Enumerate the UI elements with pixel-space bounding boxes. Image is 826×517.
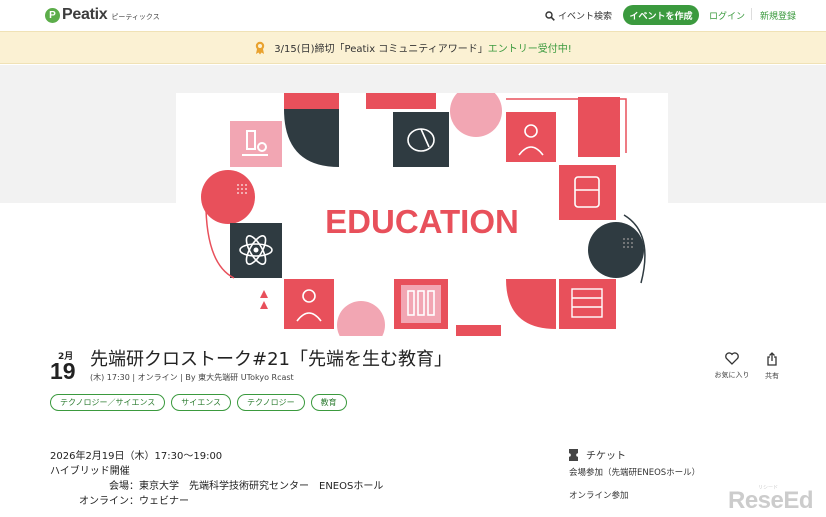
tag-science[interactable]: サイエンス: [171, 394, 232, 411]
nav-divider: [751, 8, 752, 20]
details-venue: 会場：東京大学 先端科学技術研究センター ENEOSホール: [109, 481, 384, 492]
tag-education[interactable]: 教育: [310, 394, 347, 411]
logo-wordmark: Peatix: [62, 6, 108, 23]
event-title: 先端研クロストーク#21「先端を生む教育」: [90, 349, 452, 370]
details-datetime: 2026年2月19日（木）17:30～19:00: [50, 451, 223, 462]
signup-link[interactable]: 新規登録: [760, 9, 796, 22]
favorite-button[interactable]: お気に入り: [712, 352, 752, 381]
ticket-item-online[interactable]: オンライン参加: [569, 489, 629, 501]
logo-subtitle: ピーティックス: [111, 12, 160, 21]
top-header: P Peatix ピーティックス イベント検索 イベントを作成 ログイン 新規登…: [0, 0, 826, 31]
image-heading: EDUCATION: [325, 203, 519, 240]
details-format: ハイブリッド開催: [50, 466, 130, 477]
tag-tech-science[interactable]: テクノロジー／サイエンス: [50, 394, 166, 411]
resed-watermark: リシード ReseEd: [728, 484, 824, 514]
event-actions: お気に入り 共有: [712, 352, 792, 381]
event-search-link[interactable]: イベント検索: [545, 9, 612, 22]
details-online: オンライン：ウェビナー: [79, 496, 189, 507]
event-meta: (木) 17:30 | オンライン | By 東大先端研 UTokyo Rcas…: [90, 373, 294, 382]
announcement-banner[interactable]: 3/15(日)締切「Peatix コミュニティアワード」 エントリー受付中!: [0, 31, 826, 64]
share-button[interactable]: 共有: [752, 352, 792, 381]
ticket-icon: [569, 448, 578, 461]
search-label: イベント検索: [558, 12, 613, 22]
watermark-text: ReseEd: [728, 487, 814, 514]
peatix-logo[interactable]: P Peatix ピーティックス: [45, 6, 160, 24]
share-icon: [767, 352, 777, 366]
ticket-item-venue[interactable]: 会場参加（先端研ENEOSホール）: [569, 466, 700, 478]
tag-technology[interactable]: テクノロジー: [237, 394, 305, 411]
ticket-heading: チケット: [569, 447, 626, 462]
ticket-heading-label: チケット: [586, 451, 626, 462]
login-link[interactable]: ログイン: [709, 9, 745, 22]
favorite-label: お気に入り: [714, 371, 750, 379]
heart-icon: [725, 352, 739, 365]
tag-list: テクノロジー／サイエンス サイエンス テクノロジー 教育: [50, 394, 353, 411]
award-icon: [256, 41, 265, 54]
share-label: 共有: [765, 372, 779, 380]
event-cover-image: EDUCATION: [176, 93, 668, 336]
search-icon: [545, 10, 555, 21]
event-details: 2026年2月19日（木）17:30～19:00 ハイブリッド開催 会場：東京大…: [50, 449, 383, 509]
event-day: 19: [50, 358, 76, 384]
banner-text: 3/15(日)締切「Peatix コミュニティアワード」: [274, 44, 488, 55]
banner-entry-link[interactable]: エントリー受付中!: [488, 40, 572, 55]
create-event-button[interactable]: イベントを作成: [623, 5, 699, 25]
logo-mark: P: [45, 7, 60, 23]
education-illustration: EDUCATION: [201, 93, 646, 336]
